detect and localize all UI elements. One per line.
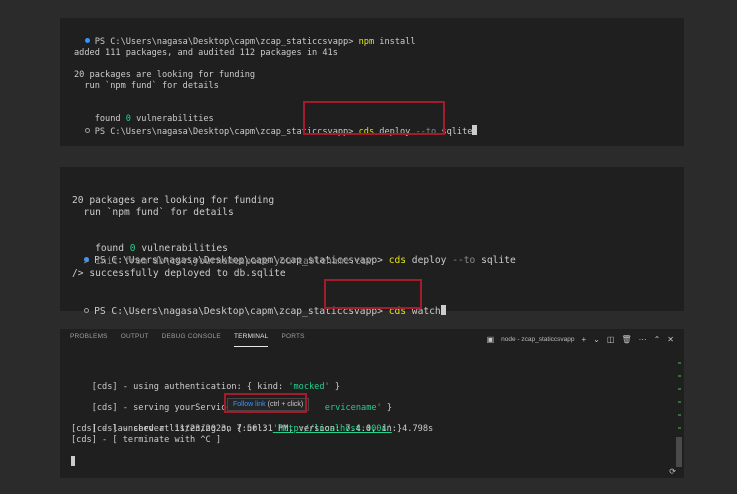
tab-debug-console[interactable]: DEBUG CONSOLE <box>162 333 221 347</box>
new-terminal-plus-icon[interactable]: + <box>582 335 587 344</box>
output-line: > init from db\csv\yournamespace-yourtab… <box>72 256 373 267</box>
terminal-snippet-cds-deploy: 20 packages are looking for funding run … <box>60 167 684 317</box>
text-cursor <box>71 456 75 466</box>
output-line: 20 packages are looking for funding <box>72 195 275 206</box>
text-cursor <box>472 125 478 135</box>
highlight-box <box>224 393 307 413</box>
output-line: /> successfully deployed to db.sqlite <box>72 268 286 279</box>
output-line: 20 packages are looking for funding <box>74 70 256 80</box>
tab-problems[interactable]: PROBLEMS <box>70 333 108 347</box>
maximize-panel-icon[interactable]: ⌃ <box>654 335 661 344</box>
output-line: run `npm fund` for details <box>74 81 219 91</box>
command-pending-dot-icon <box>84 308 90 313</box>
chevron-down-icon[interactable]: ⌄ <box>593 335 600 344</box>
highlight-box <box>324 279 422 309</box>
tab-terminal[interactable]: TERMINAL <box>233 333 269 347</box>
highlight-box <box>303 101 445 135</box>
terminal-instance-name[interactable]: node - zcap_staticcsvapp <box>501 336 574 343</box>
output-line: added 111 packages, and audited 112 pack… <box>74 48 338 58</box>
output-line: [cds] - [ terminate with ^C ] <box>71 435 222 445</box>
terminal-icon: ▣ <box>486 334 495 344</box>
split-terminal-icon[interactable]: ◫ <box>607 335 615 344</box>
tab-output[interactable]: OUTPUT <box>121 333 149 347</box>
terminal-cursor-line[interactable] <box>71 456 75 469</box>
panel-tabs: PROBLEMS OUTPUT DEBUG CONSOLE TERMINAL P… <box>70 333 305 347</box>
output-line: [cds] - launched at 11/23/2023, 7:56:31 … <box>71 424 434 434</box>
more-actions-icon[interactable]: ⋯ <box>639 335 647 344</box>
terminal-snippet-npm-install: PS C:\Users\nagasa\Desktop\capm\zcap_sta… <box>60 18 684 146</box>
output-line: run `npm fund` for details <box>72 207 234 218</box>
text-cursor <box>440 305 446 315</box>
scrollbar-markers <box>678 329 681 478</box>
close-icon[interactable]: ✕ <box>667 335 674 344</box>
tab-ports[interactable]: PORTS <box>281 333 304 347</box>
command-pending-dot-icon <box>84 128 90 133</box>
command-success-dot-icon <box>84 38 90 43</box>
vscode-terminal-panel: PROBLEMS OUTPUT DEBUG CONSOLE TERMINAL P… <box>60 329 684 478</box>
sync-icon[interactable]: ⟳ <box>669 467 676 476</box>
trash-icon[interactable]: 🗑 <box>621 335 631 344</box>
terminal-toolbar: ▣ node - zcap_staticcsvapp + ⌄ ◫ 🗑 ⋯ ⌃ ✕ <box>487 332 674 346</box>
